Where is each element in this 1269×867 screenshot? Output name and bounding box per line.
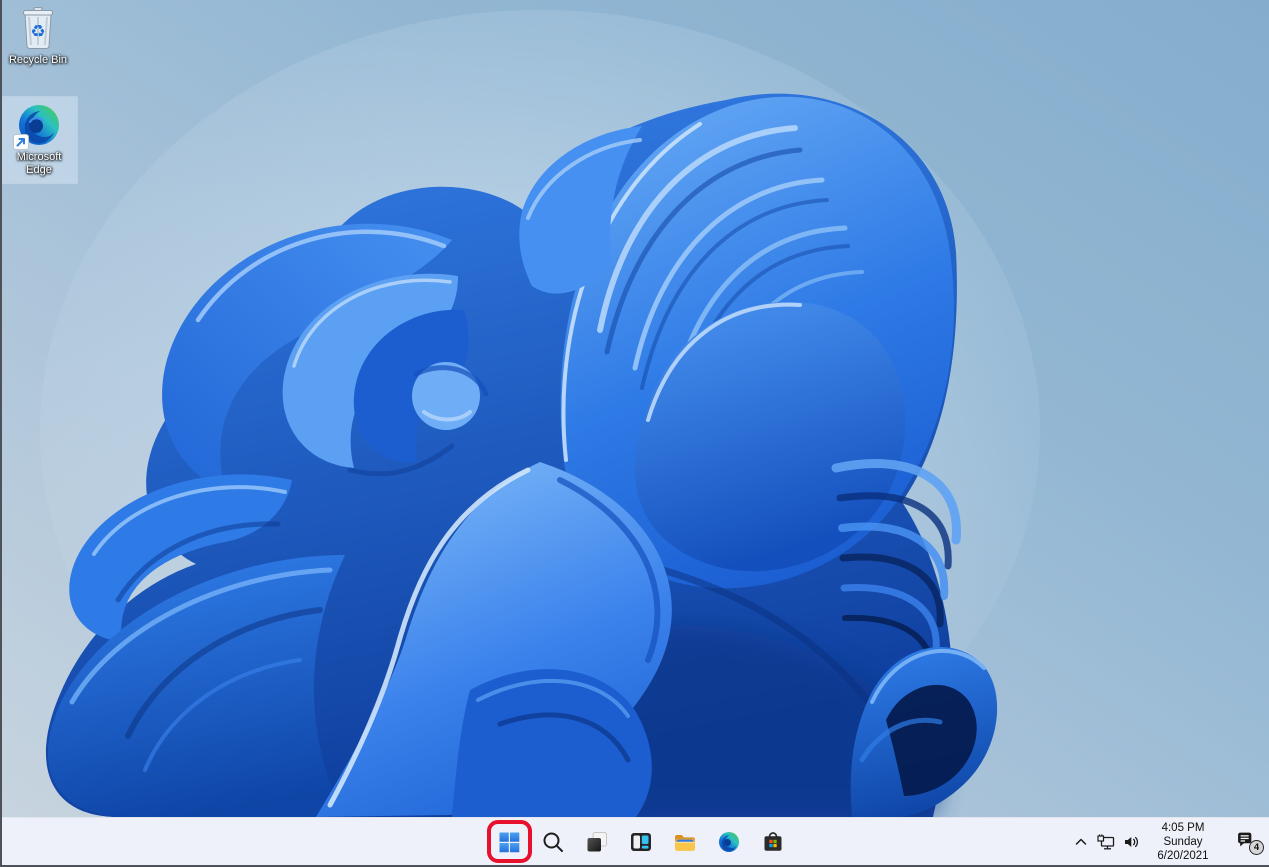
desktop-icon-label: Microsoft Edge bbox=[16, 151, 62, 176]
chevron-up-icon bbox=[1075, 838, 1087, 845]
desktop-icon-recycle-bin[interactable]: ♻ Recycle Bin bbox=[0, 4, 76, 67]
taskbar-center-buttons bbox=[489, 822, 793, 862]
edge-swirl-icon bbox=[719, 832, 739, 852]
taskbar: 4:05 PM Sunday 6/20/2021 4 bbox=[0, 817, 1269, 865]
speaker-volume-icon bbox=[1124, 836, 1138, 848]
hidden-icons-button[interactable] bbox=[1069, 822, 1093, 862]
clock-weekday: Sunday bbox=[1163, 836, 1203, 848]
clock-time: 4:05 PM bbox=[1161, 822, 1205, 834]
clock-date: 6/20/2021 bbox=[1157, 850, 1209, 862]
store-button[interactable] bbox=[753, 822, 793, 862]
screen-left-border bbox=[0, 0, 2, 867]
folder-icon bbox=[675, 835, 695, 851]
windows-bloom-wallpaper bbox=[40, 10, 1040, 817]
widgets-button[interactable] bbox=[621, 822, 661, 862]
file-explorer-button[interactable] bbox=[665, 822, 705, 862]
desktop-wallpaper: ♻ Recycle Bin Microsoft Edge bbox=[0, 0, 1269, 817]
search-icon bbox=[543, 832, 563, 852]
notification-center-button[interactable]: 4 bbox=[1231, 822, 1265, 862]
svg-text:♻: ♻ bbox=[30, 22, 45, 42]
taskbar-clock[interactable]: 4:05 PM Sunday 6/20/2021 bbox=[1146, 821, 1220, 863]
task-view-button[interactable] bbox=[577, 822, 617, 862]
desktop-icon-microsoft-edge[interactable]: Microsoft Edge bbox=[0, 96, 78, 184]
volume-button[interactable] bbox=[1119, 822, 1143, 862]
desktop-icon-label: Recycle Bin bbox=[8, 54, 68, 66]
network-ethernet-icon bbox=[1097, 833, 1115, 849]
shortcut-arrow-icon bbox=[13, 134, 29, 150]
task-view-icon bbox=[587, 832, 607, 852]
recycle-bin-icon: ♻ bbox=[23, 7, 53, 49]
widgets-icon bbox=[631, 833, 651, 851]
windows-logo-icon bbox=[499, 832, 520, 853]
store-bag-icon bbox=[764, 832, 782, 851]
edge-button[interactable] bbox=[709, 822, 749, 862]
search-button[interactable] bbox=[533, 822, 573, 862]
network-button[interactable] bbox=[1094, 822, 1118, 862]
notification-count-badge: 4 bbox=[1249, 840, 1264, 855]
windows-desktop-screen: ♻ Recycle Bin Microsoft Edge 4:05 PM Sun… bbox=[0, 0, 1269, 867]
start-button[interactable] bbox=[489, 822, 529, 862]
